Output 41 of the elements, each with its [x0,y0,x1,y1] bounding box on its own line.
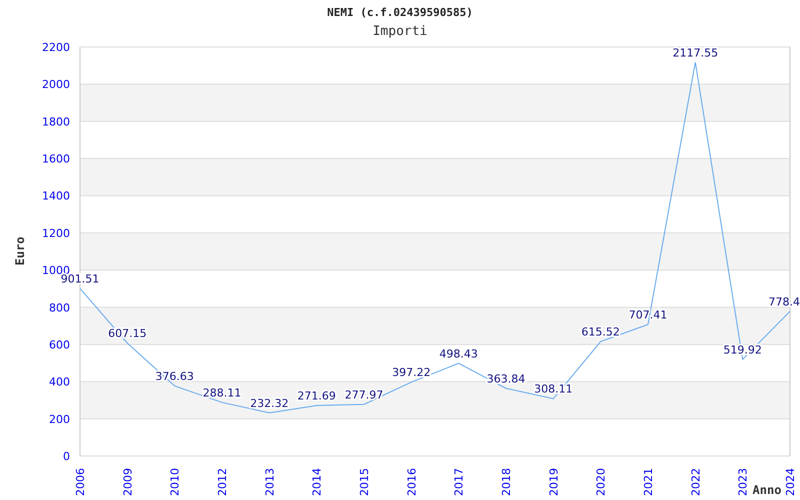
x-tick-label: 2023 [736,468,750,496]
y-tick-label: 2000 [42,78,70,92]
x-tick-label: 2018 [500,468,513,496]
y-tick-label: 1800 [42,115,70,128]
y-tick-label: 800 [49,301,70,314]
data-label: 288.11 [202,386,242,400]
y-tick-label: 0 [63,450,70,463]
data-label: 232.32 [250,396,289,410]
data-label: 277.97 [344,388,384,402]
x-tick-label: 2019 [547,468,560,496]
x-tick-label: 2012 [216,468,229,496]
x-tick-label: 2021 [642,468,655,496]
x-tick-label: 2020 [594,468,608,496]
y-tick-label: 200 [49,412,70,426]
data-label: 615.52 [581,326,620,339]
y-tick-label: 1200 [42,226,70,240]
y-tick-label: 1600 [42,152,70,166]
chart-title: NEMI (c.f.02439590585) [327,6,473,20]
y-tick-label: 400 [49,376,70,389]
x-axis-label: Anno [752,483,782,497]
y-tick-label: 2200 [42,41,70,54]
x-tick-label: 2013 [263,468,276,496]
x-tick-label: 2024 [784,468,797,496]
x-tick-label: 2010 [168,468,182,496]
y-axis-label: Euro [13,236,27,266]
data-label: 271.69 [297,390,336,402]
x-tick-label: 2014 [310,468,324,496]
data-label: 397.22 [392,366,431,380]
x-tick-label: 2022 [689,468,702,496]
data-label: 2117.55 [672,46,718,60]
y-tick-label: 600 [49,338,70,352]
data-label: 498.43 [439,347,478,360]
chart-subtitle: Importi [372,24,428,40]
x-tick-label: 2015 [358,468,371,496]
x-tick-label: 2009 [121,468,134,496]
x-tick-label: 2006 [74,468,87,496]
y-tick-label: 1400 [42,190,70,203]
x-tick-label: 2017 [452,468,466,496]
data-label: 363.84 [486,372,526,386]
data-label: 778.4 [768,295,800,308]
x-tick-label: 2016 [405,468,418,496]
